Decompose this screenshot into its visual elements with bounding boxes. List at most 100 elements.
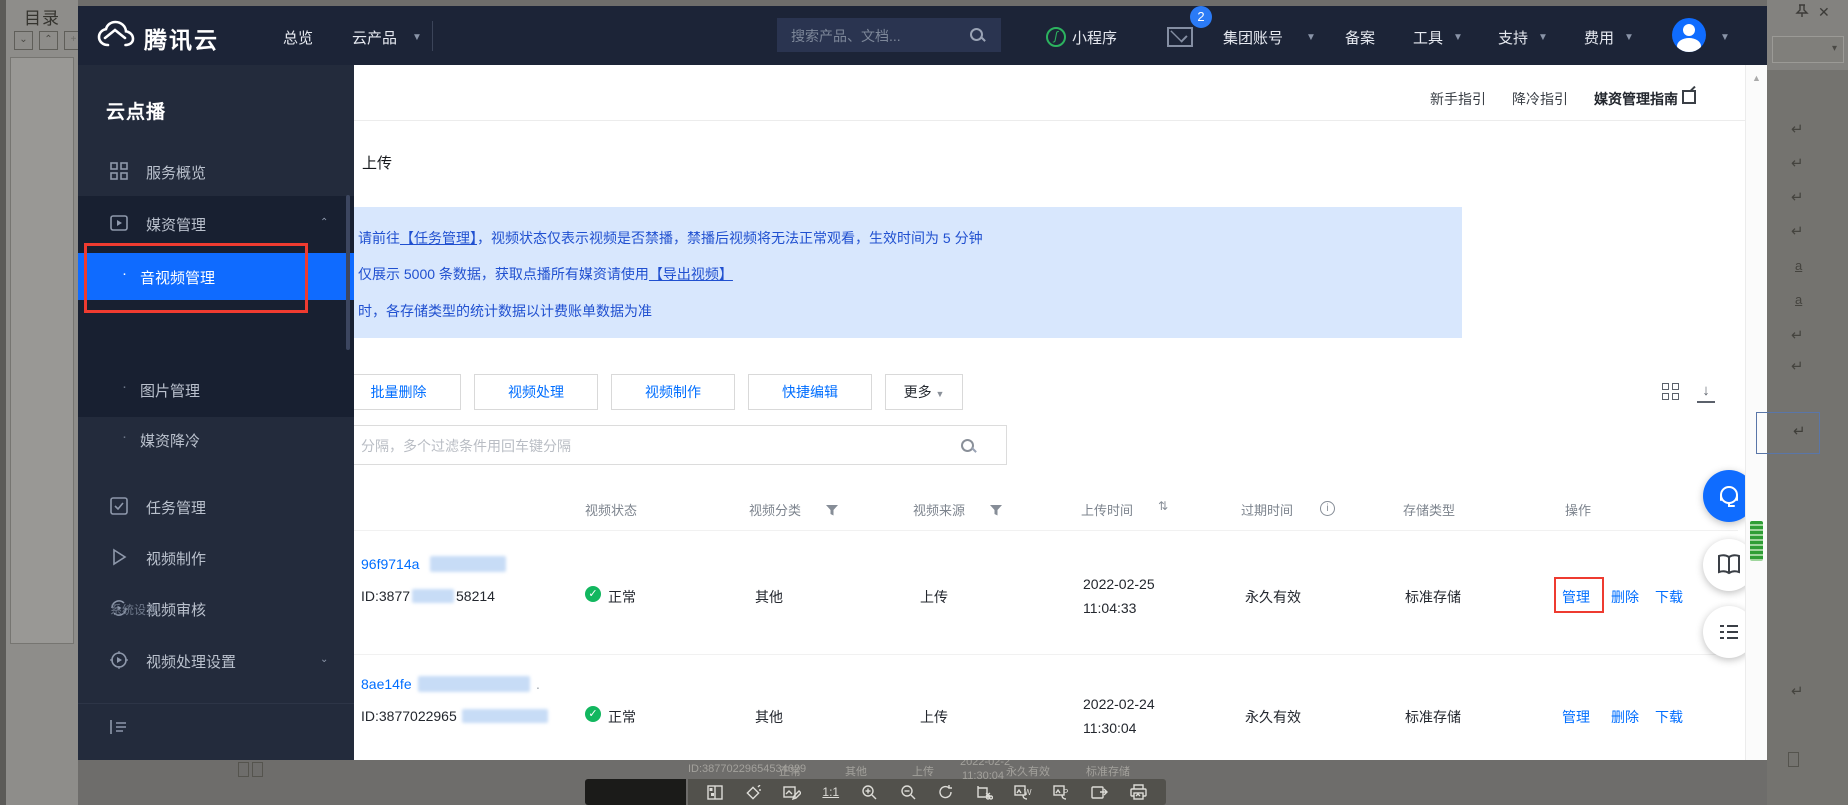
table-divider bbox=[354, 530, 1738, 531]
delete-link[interactable]: 删除 bbox=[1611, 587, 1639, 607]
snip-preview-box bbox=[585, 779, 686, 805]
print-icon[interactable] bbox=[1129, 783, 1149, 801]
magic-erase-icon[interactable] bbox=[744, 783, 764, 801]
nav-support[interactable]: 支持 bbox=[1498, 27, 1528, 48]
sidebar-scrollbar-thumb[interactable] bbox=[346, 195, 350, 350]
col-status: 视频状态 bbox=[585, 500, 637, 519]
search-input[interactable] bbox=[789, 24, 963, 48]
sort-icon[interactable]: ⇅ bbox=[1158, 499, 1168, 513]
sidebar-item-task-mgmt[interactable]: 任务管理 bbox=[78, 487, 354, 527]
avatar[interactable] bbox=[1672, 18, 1706, 52]
notice-banner: 请前往【任务管理】，视频状态仅表示视频是否禁播，禁播后视频将无法正常观看，生效时… bbox=[340, 207, 1462, 338]
annotation-red-box-audio-video bbox=[84, 243, 308, 313]
zoom-in-icon[interactable] bbox=[859, 783, 879, 801]
tencent-cloud-logo[interactable] bbox=[94, 19, 136, 51]
nav-products[interactable]: 云产品 bbox=[352, 27, 397, 48]
notice-line-1: 请前往【任务管理】，视频状态仅表示视频是否禁播，禁播后视频将无法正常观看，生效时… bbox=[358, 228, 983, 248]
sidebar-item-video-production[interactable]: 视频制作 bbox=[78, 538, 354, 578]
upload-tab-cut[interactable]: 上传 bbox=[362, 152, 392, 173]
external-link-icon[interactable] bbox=[1682, 90, 1696, 104]
annotate-image-icon[interactable] bbox=[782, 783, 802, 801]
sidebar-item-image-mgmt[interactable]: · 图片管理 bbox=[78, 370, 354, 410]
export-video-link[interactable]: 【导出视频】 bbox=[649, 266, 733, 282]
mail-icon[interactable] bbox=[1167, 27, 1193, 47]
task-mgmt-link[interactable]: 【任务管理】 bbox=[400, 230, 477, 246]
nav-overview[interactable]: 总览 bbox=[283, 27, 313, 48]
video-name-tail: . bbox=[536, 676, 540, 692]
video-name-link[interactable]: 8ae14fe bbox=[361, 676, 412, 692]
nav-tools[interactable]: 工具 bbox=[1413, 27, 1443, 48]
toc-expand-button[interactable]: ⌃ bbox=[39, 31, 58, 50]
delete-link[interactable]: 删除 bbox=[1611, 707, 1639, 727]
export-ppt-icon[interactable]: P bbox=[1052, 783, 1072, 801]
notification-badge[interactable]: 2 bbox=[1190, 6, 1212, 28]
sidebar-section-label: 系统设置 bbox=[110, 601, 158, 618]
sidebar-item-label: 服务概览 bbox=[146, 162, 206, 183]
doc-toc-panel: 目录 ⌄ ⌃ + bbox=[0, 0, 78, 805]
download-list-icon[interactable]: ↓ bbox=[1697, 383, 1715, 403]
sidebar-item-media-mgmt[interactable]: 媒资管理 ⌃ bbox=[78, 204, 354, 244]
col-storage: 存储类型 bbox=[1403, 500, 1455, 519]
cell-expire: 永久有效 bbox=[1245, 707, 1301, 727]
cell-expire: 永久有效 bbox=[1245, 587, 1301, 607]
col-category: 视频分类 bbox=[749, 500, 801, 519]
style-dropdown[interactable]: ▾ bbox=[1772, 36, 1844, 63]
checkerboard-crop-icon[interactable] bbox=[705, 783, 725, 801]
video-name-link[interactable]: 96f9714a bbox=[361, 556, 419, 572]
brand-name[interactable]: 腾讯云 bbox=[144, 21, 219, 55]
crop-cut-icon[interactable] bbox=[975, 783, 995, 801]
doc-right-margin: ✕ ▾ ↵ ↵ ↵ ↵ a a ↵ ↵ ↵ bbox=[1767, 0, 1848, 805]
more-button[interactable]: 更多 ▼ bbox=[885, 374, 963, 410]
chevron-down-icon: ⌄ bbox=[320, 654, 328, 665]
export-word-icon[interactable]: W bbox=[1013, 783, 1033, 801]
filter-search-box[interactable] bbox=[340, 425, 1007, 465]
search-icon[interactable] bbox=[961, 439, 974, 452]
notice-line-3: 时，各存储类型的统计数据以计费账单数据为准 bbox=[358, 301, 652, 321]
toc-list-panel bbox=[10, 57, 74, 644]
nav-group-account[interactable]: 集团账号 bbox=[1223, 27, 1283, 48]
export-file-icon[interactable] bbox=[1090, 783, 1110, 801]
card-view-icon[interactable] bbox=[1662, 383, 1680, 401]
batch-delete-button[interactable]: 批量删除 bbox=[337, 374, 461, 410]
nav-search-box[interactable] bbox=[777, 18, 1001, 52]
guide-link-cooling[interactable]: 降冷指引 bbox=[1512, 89, 1568, 109]
close-icon[interactable]: ✕ bbox=[1818, 4, 1830, 21]
actual-size-label: 1:1 bbox=[822, 785, 839, 799]
nav-miniprogram[interactable]: 小程序 bbox=[1072, 27, 1117, 48]
video-process-button[interactable]: 视频处理 bbox=[474, 374, 598, 410]
video-produce-button[interactable]: 视频制作 bbox=[611, 374, 735, 410]
nav-beian[interactable]: 备案 bbox=[1345, 27, 1375, 48]
filter-funnel-icon[interactable] bbox=[826, 503, 838, 514]
cell-upload-date: 2022-02-25 bbox=[1083, 576, 1155, 592]
toc-collapse-button[interactable]: ⌄ bbox=[14, 31, 33, 50]
filter-funnel-icon[interactable] bbox=[990, 503, 1002, 514]
scroll-up-icon[interactable]: ▲ bbox=[1752, 73, 1761, 83]
bullet: · bbox=[122, 378, 127, 395]
cell-storage: 标准存储 bbox=[1405, 587, 1461, 607]
chevron-down-icon: ▼ bbox=[1720, 32, 1730, 43]
rotate-icon[interactable] bbox=[936, 783, 956, 801]
download-link[interactable]: 下载 bbox=[1655, 707, 1683, 727]
sidebar-item-video-processing[interactable]: 视频处理设置 ⌄ bbox=[78, 641, 354, 681]
guide-link-beginner[interactable]: 新手指引 bbox=[1430, 89, 1486, 109]
pin-icon[interactable] bbox=[1795, 4, 1809, 21]
sidebar-collapse-icon[interactable] bbox=[108, 719, 128, 735]
col-expire-time: 过期时间 bbox=[1241, 500, 1293, 519]
sidebar-item-label: 图片管理 bbox=[140, 380, 200, 401]
info-icon[interactable]: i bbox=[1320, 501, 1335, 516]
guide-link-media-mgmt[interactable]: 媒资管理指南 bbox=[1594, 89, 1678, 109]
actual-size-icon[interactable]: 1:1 bbox=[821, 783, 841, 801]
download-link[interactable]: 下载 bbox=[1655, 587, 1683, 607]
paragraph-return-mark: ↵ bbox=[1791, 120, 1804, 138]
sidebar-item-service-overview[interactable]: 服务概览 bbox=[78, 152, 354, 192]
nav-billing[interactable]: 费用 bbox=[1584, 27, 1614, 48]
cell-upload-time: 11:30:04 bbox=[1083, 720, 1136, 736]
filter-input[interactable] bbox=[359, 434, 943, 458]
search-icon[interactable] bbox=[970, 28, 983, 41]
quick-edit-button[interactable]: 快捷编辑 bbox=[748, 374, 872, 410]
scrollbar-thumb[interactable] bbox=[1750, 521, 1763, 561]
zoom-out-icon[interactable] bbox=[898, 783, 918, 801]
manage-link[interactable]: 管理 bbox=[1562, 707, 1590, 727]
paragraph-return-mark: ↵ bbox=[1791, 222, 1804, 240]
video-id-suffix: 58214 bbox=[456, 588, 495, 604]
